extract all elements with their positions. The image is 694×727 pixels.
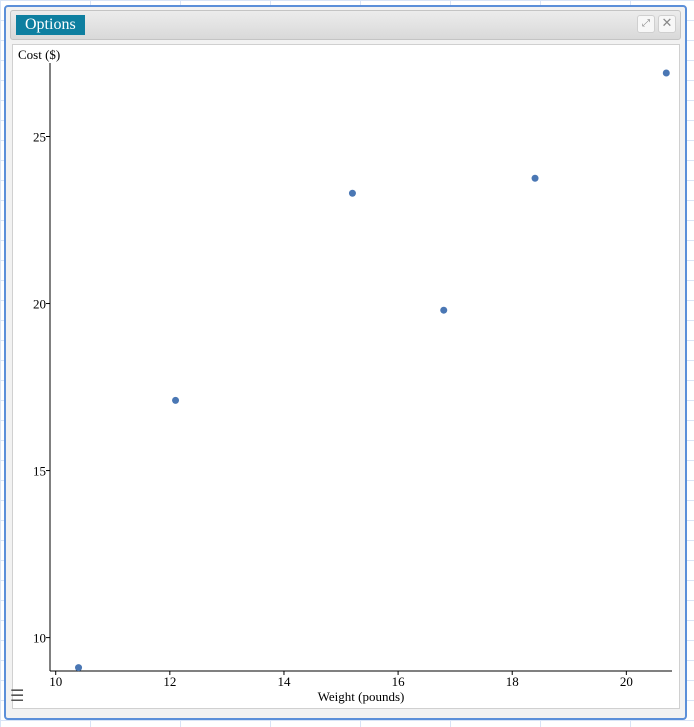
menu-icon[interactable]: ☰ (10, 688, 24, 704)
close-icon[interactable]: ✕ (658, 15, 676, 33)
x-tick-label: 10 (49, 674, 62, 689)
x-axis-label: Weight (pounds) (318, 689, 405, 704)
y-tick-label: 10 (33, 631, 46, 646)
data-point (531, 174, 539, 182)
x-tick-label: 18 (506, 674, 519, 689)
scatter-chart: Cost ($) Weight (pounds) 10 12 14 16 18 20101… (18, 47, 672, 704)
y-axis-label: Cost ($) (18, 47, 60, 62)
options-button[interactable]: Options (16, 15, 85, 35)
data-point (662, 69, 670, 77)
data-point (348, 189, 356, 197)
x-tick-label: 20 (620, 674, 633, 689)
window-titlebar: Options ⤢ ✕ (10, 10, 681, 40)
expand-icon[interactable]: ⤢ (637, 15, 655, 33)
axes: 10 12 14 16 18 20 10 15 20 25 (33, 63, 672, 689)
y-tick-label: 25 (33, 129, 46, 144)
x-tick-label: 16 (392, 674, 406, 689)
data-points (75, 69, 670, 672)
x-tick-label: 14 (277, 674, 291, 689)
y-tick-label: 20 (33, 297, 46, 312)
data-point (75, 664, 83, 672)
x-tick-label: 12 (163, 674, 176, 689)
y-tick-label: 15 (33, 464, 46, 479)
data-point (172, 396, 180, 404)
plot-area: Cost ($) Weight (pounds) 10 12 14 16 18 20 10 1… (12, 44, 680, 709)
data-point (440, 306, 448, 314)
